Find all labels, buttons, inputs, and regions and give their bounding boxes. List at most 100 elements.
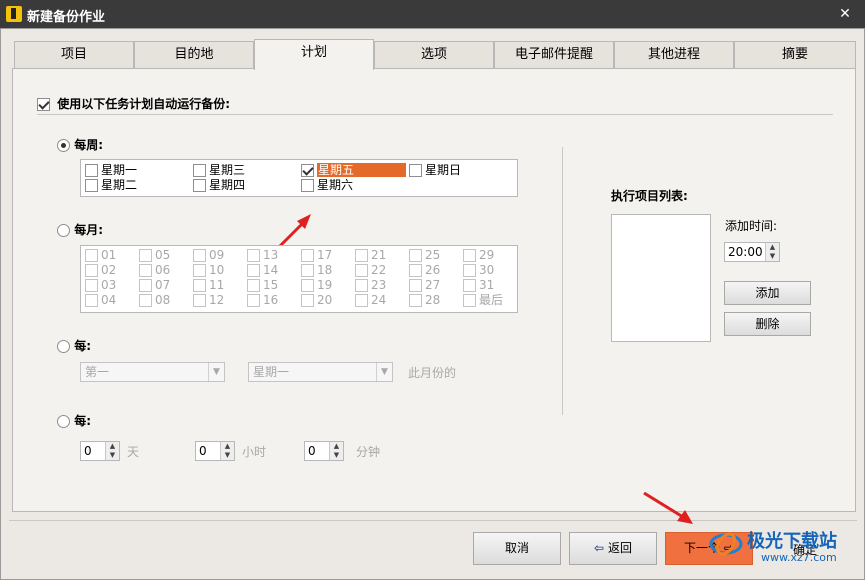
checkbox[interactable]: [85, 164, 98, 177]
month-day-item[interactable]: 15: [247, 278, 278, 292]
day-tue[interactable]: 星期二: [85, 178, 137, 192]
checkbox[interactable]: [139, 249, 152, 262]
checkbox[interactable]: [85, 179, 98, 192]
month-day-item[interactable]: 02: [85, 263, 116, 277]
interval-radio[interactable]: [57, 415, 70, 428]
checkbox[interactable]: [85, 294, 98, 307]
checkbox[interactable]: [463, 264, 476, 277]
month-day-item[interactable]: 27: [409, 278, 440, 292]
checkbox[interactable]: [85, 279, 98, 292]
spin-arrows-icon[interactable]: ▲ ▼: [329, 442, 343, 460]
month-day-item[interactable]: 30: [463, 263, 494, 277]
tab-destination[interactable]: 目的地: [134, 41, 254, 69]
checkbox[interactable]: [463, 294, 476, 307]
month-day-item[interactable]: 24: [355, 293, 386, 307]
back-button[interactable]: ⇦ 返回: [569, 532, 657, 565]
cancel-button[interactable]: 取消: [473, 532, 561, 565]
tab-items[interactable]: 项目: [14, 41, 134, 69]
checkbox[interactable]: [301, 294, 314, 307]
month-day-item[interactable]: 19: [301, 278, 332, 292]
checkbox[interactable]: [139, 264, 152, 277]
month-day-item[interactable]: 31: [463, 278, 494, 292]
month-day-item[interactable]: 26: [409, 263, 440, 277]
day-thu[interactable]: 星期四: [193, 178, 245, 192]
close-icon[interactable]: ✕: [825, 0, 865, 28]
month-day-item[interactable]: 20: [301, 293, 332, 307]
checkbox[interactable]: [193, 164, 206, 177]
checkbox[interactable]: [139, 279, 152, 292]
checkbox[interactable]: [409, 264, 422, 277]
month-day-item[interactable]: 08: [139, 293, 170, 307]
month-day-item[interactable]: 17: [301, 248, 332, 262]
checkbox[interactable]: [409, 249, 422, 262]
month-day-item[interactable]: 21: [355, 248, 386, 262]
month-day-item[interactable]: 04: [85, 293, 116, 307]
month-day-item[interactable]: 10: [193, 263, 224, 277]
checkbox[interactable]: [355, 279, 368, 292]
tab-options[interactable]: 选项: [374, 41, 494, 69]
checkbox[interactable]: [193, 249, 206, 262]
month-day-item[interactable]: 12: [193, 293, 224, 307]
checkbox[interactable]: [409, 294, 422, 307]
month-day-item[interactable]: 28: [409, 293, 440, 307]
checkbox[interactable]: [247, 264, 260, 277]
interval-option[interactable]: 每:: [57, 414, 91, 428]
checkbox[interactable]: [301, 164, 314, 177]
nth-weekday-radio[interactable]: [57, 340, 70, 353]
weekday-select[interactable]: 星期一 ▼: [248, 362, 393, 382]
month-day-item[interactable]: 18: [301, 263, 332, 277]
checkbox[interactable]: [193, 279, 206, 292]
enable-schedule-checkbox[interactable]: [37, 98, 50, 111]
monthly-option[interactable]: 每月:: [57, 223, 103, 237]
interval-days-spinner[interactable]: 0 ▲ ▼: [80, 441, 120, 461]
ordinal-select[interactable]: 第一 ▼: [80, 362, 225, 382]
checkbox[interactable]: [247, 294, 260, 307]
month-day-item[interactable]: 14: [247, 263, 278, 277]
month-day-item[interactable]: 01: [85, 248, 116, 262]
month-day-item[interactable]: 03: [85, 278, 116, 292]
tab-schedule[interactable]: 计划: [254, 39, 374, 70]
day-fri[interactable]: 星期五: [301, 163, 407, 177]
weekly-radio[interactable]: [57, 139, 70, 152]
spin-arrows-icon[interactable]: ▲ ▼: [765, 243, 779, 261]
spin-arrows-icon[interactable]: ▲ ▼: [105, 442, 119, 460]
month-day-item[interactable]: 25: [409, 248, 440, 262]
checkbox[interactable]: [355, 264, 368, 277]
month-day-item[interactable]: 最后: [463, 293, 503, 307]
checkbox[interactable]: [409, 164, 422, 177]
checkbox[interactable]: [193, 179, 206, 192]
interval-minutes-spinner[interactable]: 0 ▲ ▼: [304, 441, 344, 461]
weekly-option[interactable]: 每周:: [57, 138, 103, 152]
month-day-item[interactable]: 05: [139, 248, 170, 262]
month-day-item[interactable]: 13: [247, 248, 278, 262]
checkbox[interactable]: [301, 279, 314, 292]
checkbox[interactable]: [301, 249, 314, 262]
checkbox[interactable]: [85, 249, 98, 262]
day-sat[interactable]: 星期六: [301, 178, 353, 192]
enable-schedule-row[interactable]: 使用以下任务计划自动运行备份:: [37, 97, 230, 111]
checkbox[interactable]: [139, 294, 152, 307]
month-day-item[interactable]: 22: [355, 263, 386, 277]
add-button[interactable]: 添加: [724, 281, 811, 305]
delete-button[interactable]: 删除: [724, 312, 811, 336]
checkbox[interactable]: [247, 249, 260, 262]
month-day-item[interactable]: 07: [139, 278, 170, 292]
checkbox[interactable]: [409, 279, 422, 292]
spin-arrows-icon[interactable]: ▲ ▼: [220, 442, 234, 460]
tab-other-processes[interactable]: 其他进程: [614, 41, 734, 69]
checkbox[interactable]: [463, 249, 476, 262]
interval-hours-spinner[interactable]: 0 ▲ ▼: [195, 441, 235, 461]
checkbox[interactable]: [301, 264, 314, 277]
month-day-item[interactable]: 09: [193, 248, 224, 262]
month-day-item[interactable]: 11: [193, 278, 224, 292]
nth-weekday-option[interactable]: 每:: [57, 339, 91, 353]
month-day-item[interactable]: 29: [463, 248, 494, 262]
checkbox[interactable]: [193, 294, 206, 307]
time-spinner[interactable]: 20:00 ▲ ▼: [724, 242, 780, 262]
run-list-box[interactable]: [611, 214, 711, 342]
month-day-item[interactable]: 06: [139, 263, 170, 277]
checkbox[interactable]: [301, 179, 314, 192]
checkbox[interactable]: [355, 294, 368, 307]
month-day-item[interactable]: 23: [355, 278, 386, 292]
day-wed[interactable]: 星期三: [193, 163, 245, 177]
